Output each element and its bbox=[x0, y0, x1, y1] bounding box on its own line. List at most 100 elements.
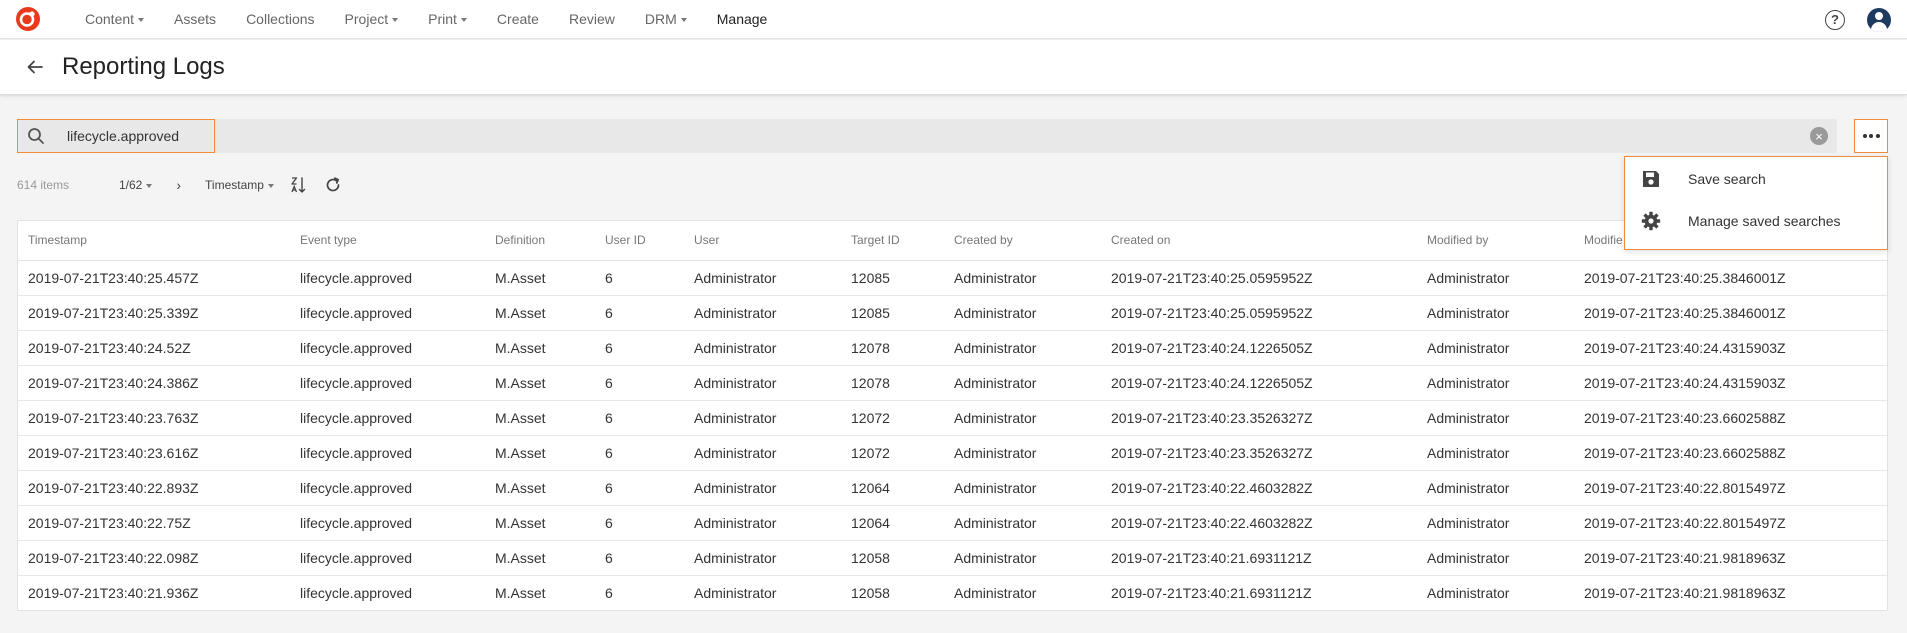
top-nav: Content Assets Collections Project Print… bbox=[0, 0, 1907, 39]
nav-item-collections[interactable]: Collections bbox=[231, 0, 329, 39]
nav-item-project[interactable]: Project bbox=[330, 0, 414, 39]
table-row[interactable]: 2019-07-21T23:40:24.386Z lifecycle.approv… bbox=[18, 365, 1887, 401]
more-dot bbox=[1862, 134, 1867, 138]
nav-item-review[interactable]: Review bbox=[554, 0, 630, 39]
cell-user: Administrator bbox=[684, 260, 841, 296]
cell-user-id: 6 bbox=[595, 540, 684, 576]
table-body: 2019-07-21T23:40:25.457Z lifecycle.approv… bbox=[18, 260, 1887, 610]
avatar[interactable] bbox=[1867, 7, 1891, 32]
table-row[interactable]: 2019-07-21T23:40:24.52Z lifecycle.approve… bbox=[18, 330, 1887, 366]
nav-item-assets[interactable]: Assets bbox=[159, 0, 231, 39]
table-row[interactable]: 2019-07-21T23:40:22.098Z lifecycle.approv… bbox=[18, 540, 1887, 576]
nav-item-print[interactable]: Print bbox=[413, 0, 482, 39]
cell-user: Administrator bbox=[684, 435, 841, 471]
cell-modified-by: Administrator bbox=[1417, 260, 1574, 296]
table-row[interactable]: 2019-07-21T23:40:23.763Z lifecycle.approv… bbox=[18, 400, 1887, 436]
cell-timestamp: 2019-07-21T23:40:22.75Z bbox=[18, 505, 290, 541]
cell-created-on: 2019-07-21T23:40:22.4603282Z bbox=[1101, 470, 1417, 506]
column-header-timestamp[interactable]: Timestamp bbox=[18, 221, 290, 261]
cell-user-id: 6 bbox=[595, 330, 684, 366]
column-header-created-on[interactable]: Created on bbox=[1101, 221, 1417, 261]
sort-field-select[interactable]: Timestamp bbox=[205, 178, 274, 192]
cell-target-id: 12078 bbox=[841, 330, 944, 366]
cell-event-type: lifecycle.approved bbox=[300, 584, 413, 601]
column-header-target-id[interactable]: Target ID bbox=[841, 221, 944, 261]
table-row[interactable]: 2019-07-21T23:40:25.339Z lifecycle.approv… bbox=[18, 295, 1887, 331]
search-input[interactable] bbox=[67, 128, 207, 144]
cell-timestamp: 2019-07-21T23:40:22.098Z bbox=[18, 540, 290, 576]
table-row[interactable]: 2019-07-21T23:40:21.936Z lifecycle.approv… bbox=[18, 575, 1887, 610]
cell-definition: M.Asset bbox=[485, 260, 595, 296]
table-row[interactable]: 2019-07-21T23:40:22.75Z lifecycle.approve… bbox=[18, 505, 1887, 541]
menu-item-label: Manage saved searches bbox=[1688, 213, 1841, 229]
cell-modified-by: Administrator bbox=[1417, 295, 1574, 331]
cell-created-on: 2019-07-21T23:40:24.1226505Z bbox=[1101, 330, 1417, 366]
table-row[interactable]: 2019-07-21T23:40:25.457Z lifecycle.approv… bbox=[18, 260, 1887, 296]
page-header: Reporting Logs bbox=[0, 40, 1907, 95]
chevron-down-icon bbox=[392, 17, 399, 22]
cell-event-type: lifecycle.approved bbox=[290, 330, 485, 366]
gear-icon bbox=[1641, 211, 1661, 231]
help-icon[interactable]: ? bbox=[1825, 9, 1845, 30]
cell-modified-on: 2019-07-21T23:40:25.3846001Z bbox=[1574, 295, 1887, 331]
cell-user-id: 6 bbox=[595, 400, 684, 436]
logs-table-card: Timestamp Event type Definition User ID … bbox=[17, 220, 1888, 611]
save-icon bbox=[1643, 171, 1659, 187]
cell-event-type: lifecycle.approved bbox=[290, 470, 485, 506]
column-header-modified-by[interactable]: Modified by bbox=[1417, 221, 1574, 261]
menu-item-save-search[interactable]: Save search bbox=[1625, 159, 1887, 199]
cell-timestamp: 2019-07-21T23:40:25.457Z bbox=[18, 260, 290, 296]
column-header-user-id[interactable]: User ID bbox=[595, 221, 684, 261]
chevron-down-icon bbox=[146, 183, 153, 188]
cell-created-by: Administrator bbox=[954, 584, 1037, 601]
back-arrow-icon[interactable] bbox=[26, 58, 44, 76]
cell-modified-on: 2019-07-21T23:40:24.4315903Z bbox=[1574, 365, 1887, 401]
cell-created-by: Administrator bbox=[944, 330, 1101, 366]
cell-target-id: 12058 bbox=[841, 540, 944, 576]
clear-search-icon[interactable]: × bbox=[1810, 127, 1828, 145]
cell-timestamp: 2019-07-21T23:40:23.763Z bbox=[18, 400, 290, 436]
cell-definition: M.Asset bbox=[485, 330, 595, 366]
column-header-definition[interactable]: Definition bbox=[485, 221, 595, 261]
nav-item-content[interactable]: Content bbox=[70, 0, 159, 39]
nav-item-create[interactable]: Create bbox=[482, 0, 554, 39]
cell-user-id: 6 bbox=[595, 505, 684, 541]
cell-modified-on: 2019-07-21T23:40:25.3846001Z bbox=[1574, 260, 1887, 296]
table-row[interactable]: 2019-07-21T23:40:23.616Z lifecycle.approv… bbox=[18, 435, 1887, 471]
cell-user: Administrator bbox=[684, 330, 841, 366]
cell-user: Administrator bbox=[684, 540, 841, 576]
cell-modified-by: Administrator bbox=[1417, 470, 1574, 506]
cell-target-id: 12064 bbox=[841, 470, 944, 506]
sort-direction-icon[interactable] bbox=[290, 176, 306, 194]
cell-modified-on: 2019-07-21T23:40:21.9818963Z bbox=[1584, 584, 1786, 601]
refresh-icon[interactable] bbox=[325, 177, 341, 193]
nav-item-drm[interactable]: DRM bbox=[630, 0, 702, 39]
nav-item-manage[interactable]: Manage bbox=[702, 0, 783, 39]
column-header-user[interactable]: User bbox=[684, 221, 841, 261]
cell-modified-by: Administrator bbox=[1417, 540, 1574, 576]
cell-created-on: 2019-07-21T23:40:25.0595952Z bbox=[1101, 295, 1417, 331]
cell-modified-on: 2019-07-21T23:40:21.9818963Z bbox=[1574, 540, 1887, 576]
search-field[interactable] bbox=[17, 119, 215, 153]
cell-event-type: lifecycle.approved bbox=[290, 400, 485, 436]
cell-user-id: 6 bbox=[595, 295, 684, 331]
cell-modified-by: Administrator bbox=[1417, 365, 1574, 401]
cell-event-type: lifecycle.approved bbox=[290, 435, 485, 471]
table-row[interactable]: 2019-07-21T23:40:22.893Z lifecycle.approv… bbox=[18, 470, 1887, 506]
column-header-event-type[interactable]: Event type bbox=[290, 221, 485, 261]
menu-item-manage-saved-searches[interactable]: Manage saved searches bbox=[1625, 201, 1887, 241]
next-page-icon[interactable]: › bbox=[176, 177, 181, 193]
avatar-head bbox=[1875, 11, 1883, 20]
cell-created-by: Administrator bbox=[944, 435, 1101, 471]
cell-timestamp: 2019-07-21T23:40:23.616Z bbox=[18, 435, 290, 471]
logo-icon[interactable] bbox=[16, 7, 40, 31]
cell-modified-on: 2019-07-21T23:40:24.4315903Z bbox=[1574, 330, 1887, 366]
cell-definition: M.Asset bbox=[485, 435, 595, 471]
more-options-button[interactable] bbox=[1854, 119, 1888, 153]
column-header-created-by[interactable]: Created by bbox=[944, 221, 1101, 261]
cell-modified-by: Administrator bbox=[1417, 505, 1574, 541]
cell-created-by: Administrator bbox=[944, 470, 1101, 506]
page-selector[interactable]: 1/62 bbox=[119, 178, 153, 192]
avatar-body bbox=[1871, 21, 1887, 32]
cell-timestamp: 2019-07-21T23:40:24.386Z bbox=[18, 365, 290, 401]
